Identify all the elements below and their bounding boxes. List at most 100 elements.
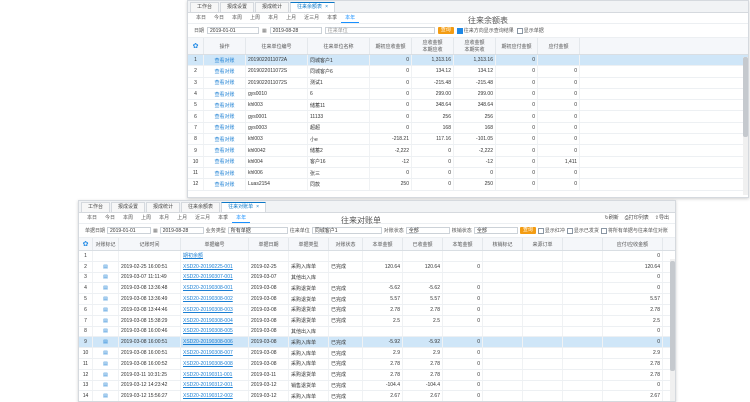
export-button[interactable]: ⇪导出 [655,214,669,221]
tab-commission-stats[interactable]: 报成统计 [255,2,290,12]
unit-select[interactable]: 同城客户1 [311,227,382,234]
gear-icon[interactable]: ✿ [83,240,89,248]
reconcile-mark[interactable]: ▤ [93,272,119,283]
table-row[interactable]: 14 ▤ 2019-03-12 15:56:27 XSD20-20190312-002… [79,391,675,401]
period-button[interactable]: 本月 [264,14,282,22]
document-icon[interactable]: ▤ [103,328,108,334]
table-row[interactable]: 5 ▤ 2019-03-08 13:36:49 XSD20-20190308-002 2… [79,294,675,305]
period-button-active[interactable]: 本年 [232,214,251,223]
query-button[interactable]: 查询 [437,27,454,34]
document-number-link[interactable]: XSD20-20190308-008 [181,358,249,369]
calendar-icon[interactable]: ▦ [262,28,267,34]
document-icon[interactable]: ▤ [103,382,108,388]
document-number-link[interactable]: XSD20-20190308-006 [181,337,249,348]
tab-statement[interactable]: 往来对账单 × [221,202,266,212]
unit-input[interactable]: 往来单位 [324,27,435,34]
document-icon[interactable]: ▤ [103,372,108,378]
scrollbar-thumb[interactable] [743,57,748,137]
reconcile-mark[interactable]: ▤ [93,369,119,380]
reconcile-link[interactable]: 对账 [225,181,235,188]
table-row[interactable]: 12 查看 对账 Luas2154 同款 250 0 250 0 0 [188,179,748,191]
document-number-link[interactable]: XSD20-20190311-001 [181,369,249,380]
view-link[interactable]: 查看 [214,170,224,177]
period-button[interactable]: 今日 [101,214,119,222]
document-number-link[interactable]: XSD20-20190312-001 [181,380,249,391]
table-row[interactable]: 4 ▤ 2019-03-08 13:36:48 XSD20-20190308-001 2… [79,283,675,295]
verify-select[interactable]: 全部 [473,227,518,234]
option-checkbox-3[interactable]: 将所有单据与往来单位对账 [600,227,668,234]
table-row[interactable]: 3 查看 对账 2019022011072S 测试1 0 -215.48 -215.48 0 0 [188,77,748,89]
option-checkbox-2[interactable]: 显示单据 [516,27,544,34]
view-link[interactable]: 查看 [214,68,224,75]
view-link[interactable]: 查看 [214,91,224,98]
option-checkbox-1[interactable]: 往来方向显示查询结果 [456,27,514,34]
settings-column[interactable]: ✿ [79,238,93,250]
document-number-link[interactable]: XSD20-20190308-007 [181,348,249,358]
table-row[interactable]: 8 查看 对账 khl003 小e -218.21 117.16 -101.05 0 0 [188,134,748,146]
date-to-input[interactable]: 2019-08-28 [159,227,204,234]
table-row[interactable]: 11 查看 对账 khl006 张三 0 0 0 0 0 [188,167,748,180]
view-link[interactable]: 查看 [214,79,224,86]
table-row[interactable]: 4 查看 对账 gys0010 6 0 299.00 299.00 0 0 [188,88,748,101]
reconcile-mark[interactable]: ▤ [93,337,119,348]
reconcile-mark[interactable]: ▤ [93,358,119,369]
reconcile-link[interactable]: 对账 [225,158,235,165]
reconcile-link[interactable]: 对账 [225,68,235,75]
document-icon[interactable]: ▤ [103,361,108,367]
table-row[interactable]: 6 ▤ 2019-03-08 13:44:46 XSD20-20190308-003 2… [79,304,675,316]
table-row[interactable]: 6 查看 对账 gys0001 11133 0 256 256 0 0 [188,111,748,123]
table-row[interactable]: 11 ▤ 2019-03-08 16:00:52 XSD20-20190308-008… [79,358,675,370]
calendar-icon[interactable]: ▦ [153,228,158,234]
period-button[interactable]: 上周 [137,214,155,222]
period-button[interactable]: 上月 [282,14,300,22]
reconcile-link[interactable]: 对账 [225,136,235,143]
reconcile-link[interactable]: 对账 [225,57,235,64]
refresh-button[interactable]: ↻刷新 [605,214,619,221]
table-row[interactable]: 2 ▤ 2019-02-25 16:00:51 XSD20-20190225-001 2… [79,261,675,273]
reconcile-mark[interactable]: ▤ [93,315,119,326]
print-button[interactable]: ⎙打印列表 [625,214,649,221]
option-checkbox-1[interactable]: 显示红冲 [537,227,565,234]
period-button[interactable]: 本日 [192,14,210,22]
table-row[interactable]: 10 ▤ 2019-03-08 16:00:51 XSD20-20190308-007… [79,348,675,359]
document-number-link[interactable]: 期初余额 [181,251,249,261]
document-icon[interactable]: ▤ [103,296,108,302]
tab-commission-settings[interactable]: 报成设置 [111,202,146,212]
reconcile-link[interactable]: 对账 [225,124,235,131]
reconcile-mark[interactable]: ▤ [93,283,119,294]
period-button[interactable]: 本周 [228,14,246,22]
document-icon[interactable]: ▤ [103,307,108,313]
tab-commission-stats[interactable]: 报成统计 [146,202,181,212]
document-number-link[interactable]: XSD20-20190225-001 [181,261,249,272]
table-row[interactable]: 7 查看 对账 gys0003 超超 0 168 168 0 0 [188,122,748,135]
scrollbar[interactable] [670,259,675,401]
document-icon[interactable]: ▤ [103,264,108,270]
tab-commission-settings[interactable]: 报成设置 [220,2,255,12]
view-link[interactable]: 查看 [214,158,224,165]
period-button[interactable]: 本季 [214,214,232,222]
period-button[interactable]: 本月 [155,214,173,222]
view-link[interactable]: 查看 [214,147,224,154]
reconcile-mark[interactable]: ▤ [93,326,119,337]
table-row[interactable]: 8 ▤ 2019-03-08 16:00:46 XSD20-20190308-005 2… [79,326,675,338]
document-number-link[interactable]: XSD20-20190308-004 [181,315,249,326]
period-button-active[interactable]: 本年 [341,14,360,23]
view-link[interactable]: 查看 [214,124,224,131]
table-row[interactable]: 12 ▤ 2019-03-11 10:31:25 XSD20-20190311-001… [79,369,675,381]
reconcile-mark[interactable]: ▤ [93,294,119,304]
period-button[interactable]: 上月 [173,214,191,222]
document-icon[interactable]: ▤ [103,350,108,356]
scrollbar-thumb[interactable] [670,261,675,371]
table-row[interactable]: 5 查看 对账 khl003 储蓄11 0 348.64 348.64 0 0 [188,100,748,112]
table-row[interactable]: 9 ▤ 2019-03-08 16:00:51 XSD20-20190308-006 2… [79,337,675,349]
option-checkbox-2[interactable]: 显示已发货 [566,227,599,234]
table-row[interactable]: 2 查看 对账 2019022011072S 同城客户6 0 134.12 134.12 0 0 [188,66,748,78]
reconcile-mark[interactable] [93,251,119,261]
document-icon[interactable]: ▤ [103,339,108,345]
tab-balance-sheet[interactable]: 往来余额表 [181,202,221,212]
reconcile-link[interactable]: 对账 [225,91,235,98]
reconcile-link[interactable]: 对账 [225,102,235,109]
close-icon[interactable]: × [256,204,259,210]
view-link[interactable]: 查看 [214,102,224,109]
table-row[interactable]: 3 ▤ 2019-03-07 11:11:49 XSD20-20190307-001 2… [79,272,675,284]
